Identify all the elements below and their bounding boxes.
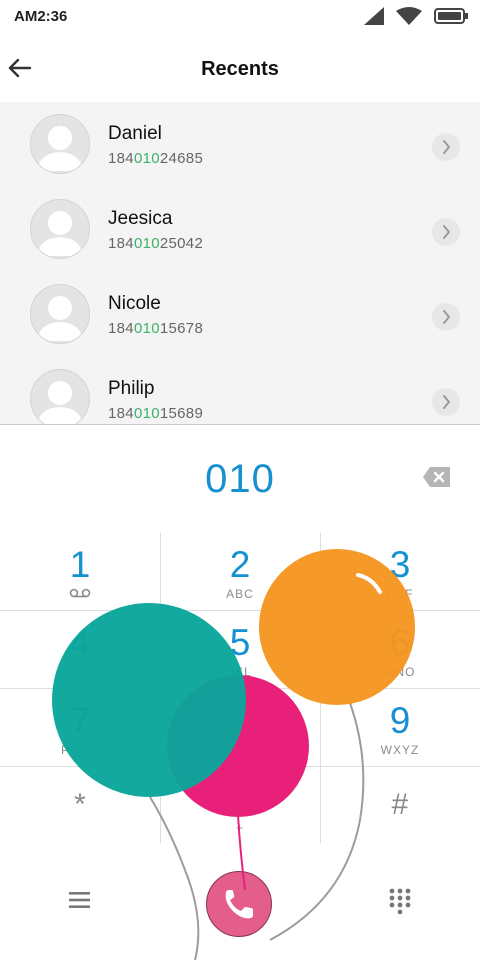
key-9[interactable]: 9 WXYZ xyxy=(320,689,480,766)
backspace-icon xyxy=(423,467,450,487)
key-letters: ABC xyxy=(226,587,254,601)
status-icons xyxy=(364,7,468,25)
chevron-right-icon[interactable] xyxy=(432,218,460,246)
key-hash[interactable]: # xyxy=(320,767,480,844)
status-bar: AM2:36 xyxy=(0,0,480,34)
key-letters: DEF xyxy=(386,587,414,601)
avatar xyxy=(30,199,90,259)
key-0[interactable]: 0 + xyxy=(160,767,320,844)
contact-name: Jeesica xyxy=(108,208,173,229)
key-1[interactable]: 1 xyxy=(0,533,160,610)
contact-name: Nicole xyxy=(108,293,161,314)
key-6[interactable]: 6 MNO xyxy=(320,611,480,688)
key-letters: JKL xyxy=(228,665,252,679)
key-digit: 6 xyxy=(389,622,411,663)
key-4[interactable]: 4 GHI xyxy=(0,611,160,688)
key-letters: GHI xyxy=(67,665,93,679)
person-icon xyxy=(37,211,83,256)
key-star[interactable]: * xyxy=(0,767,160,844)
key-digit: 1 xyxy=(69,544,91,585)
key-digit: * xyxy=(74,788,86,821)
contact-name: Daniel xyxy=(108,123,162,144)
recents-list: Daniel 18401024685 Jeesica 18401025042 N… xyxy=(0,102,480,424)
list-item[interactable]: Daniel 18401024685 xyxy=(0,102,480,187)
key-digit: 2 xyxy=(229,544,251,585)
key-letters: PQRS xyxy=(60,743,99,757)
person-icon xyxy=(37,296,83,341)
dialpad-button[interactable] xyxy=(388,888,412,914)
dial-input[interactable]: 010 xyxy=(0,457,480,502)
key-2[interactable]: 2 ABC xyxy=(160,533,320,610)
key-digit: 5 xyxy=(229,622,251,663)
signal-icon xyxy=(364,7,384,25)
chevron-right-icon[interactable] xyxy=(432,303,460,331)
contact-name: Philip xyxy=(108,378,155,399)
chevron-right-icon[interactable] xyxy=(432,388,460,416)
contact-number: 18401015678 xyxy=(108,320,204,337)
key-letters: MNO xyxy=(384,665,416,679)
list-item[interactable]: Jeesica 18401025042 xyxy=(0,187,480,272)
key-digit: 9 xyxy=(389,700,411,741)
call-button[interactable] xyxy=(206,871,272,937)
key-letters: WXYZ xyxy=(380,743,420,757)
battery-icon xyxy=(434,8,468,24)
contact-number: 18401024685 xyxy=(108,150,204,167)
key-7[interactable]: 7 PQRS xyxy=(0,689,160,766)
key-8[interactable]: 8 TUV xyxy=(160,689,320,766)
key-digit: # xyxy=(391,788,409,821)
key-5[interactable]: 5 JKL xyxy=(160,611,320,688)
key-digit: 4 xyxy=(69,622,91,663)
chevron-right-icon[interactable] xyxy=(432,133,460,161)
voicemail-icon xyxy=(69,588,91,598)
page-title: Recents xyxy=(201,58,279,80)
list-item[interactable]: Nicole 18401015678 xyxy=(0,272,480,357)
list-item[interactable]: Philip 18401015689 xyxy=(0,357,480,424)
status-time: AM2:36 xyxy=(14,8,68,25)
avatar xyxy=(30,114,90,174)
key-digit: 8 xyxy=(229,700,251,741)
menu-button[interactable] xyxy=(68,890,92,910)
avatar xyxy=(30,284,90,344)
key-letters: + xyxy=(235,821,244,835)
dialer-panel: 010 1 2 ABC 3 DEF 4 GHI 5 JKL 6 MNO 7 PQ… xyxy=(0,425,480,960)
wifi-icon xyxy=(396,7,422,25)
person-icon xyxy=(37,126,83,171)
avatar xyxy=(30,369,90,424)
contact-number: 18401025042 xyxy=(108,235,204,252)
key-letters: TUV xyxy=(226,743,254,757)
header: Recents xyxy=(0,34,480,102)
key-digit: 3 xyxy=(389,544,411,585)
key-3[interactable]: 3 DEF xyxy=(320,533,480,610)
key-digit: 7 xyxy=(69,700,91,741)
person-icon xyxy=(37,381,83,424)
dialpad-icon xyxy=(389,888,411,914)
key-digit: 0 xyxy=(229,778,251,819)
menu-icon xyxy=(69,892,90,908)
contact-number: 18401015689 xyxy=(108,405,204,422)
backspace-button[interactable] xyxy=(422,465,452,489)
phone-icon xyxy=(225,890,253,919)
